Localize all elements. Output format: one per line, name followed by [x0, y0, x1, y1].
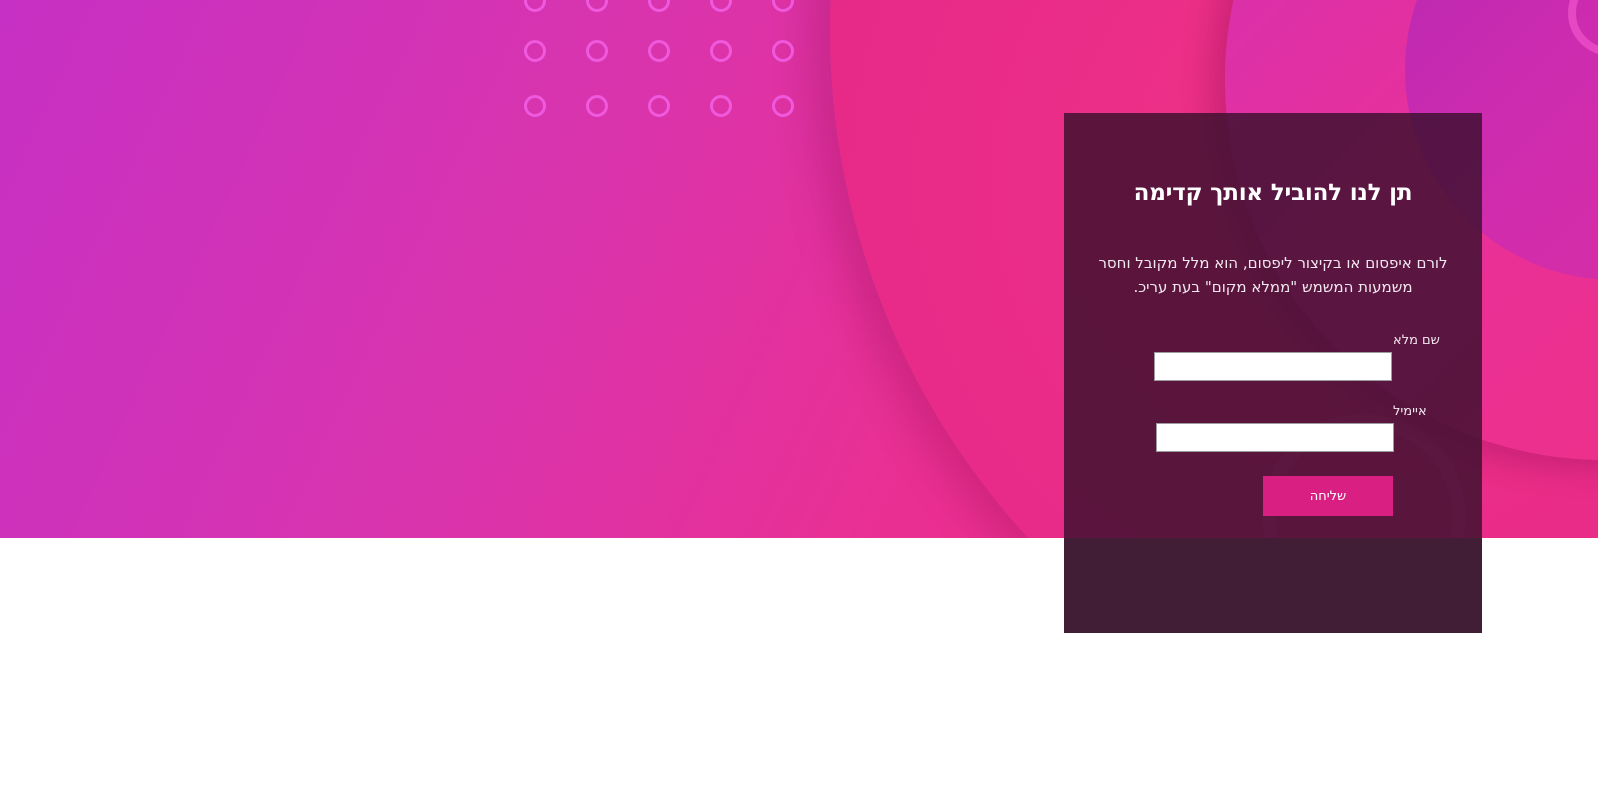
decorative-dot-ring: [586, 40, 608, 62]
decorative-dot-ring: [648, 40, 670, 62]
decorative-dot-ring: [524, 0, 546, 12]
contact-form-description: לורם איפסום או בקיצור ליפסום, הוא מלל מק…: [1098, 254, 1448, 296]
decorative-dot-ring: [710, 0, 732, 12]
decorative-dot-ring: [710, 40, 732, 62]
full-name-label: שם מלא: [1393, 333, 1440, 348]
decorative-dot-ring: [772, 40, 794, 62]
decorative-dot-ring: [772, 0, 794, 12]
decorative-dot-ring: [710, 95, 732, 117]
email-label: איימיל: [1393, 404, 1427, 419]
page: תן לנו להוביל אותך קדימה לורם איפסום או …: [0, 0, 1598, 799]
full-name-input[interactable]: [1154, 352, 1392, 381]
submit-button[interactable]: שליחה: [1263, 476, 1393, 516]
decorative-dot-ring: [772, 95, 794, 117]
decorative-dot-ring: [524, 95, 546, 117]
contact-form-panel: תן לנו להוביל אותך קדימה לורם איפסום או …: [1064, 113, 1482, 633]
decorative-dot-ring: [586, 95, 608, 117]
decorative-dot-ring: [648, 0, 670, 12]
decorative-dot-ring: [524, 40, 546, 62]
contact-form-title: תן לנו להוביל אותך קדימה: [1133, 180, 1413, 206]
email-input[interactable]: [1156, 423, 1394, 452]
decorative-dot-ring: [586, 0, 608, 12]
decorative-dot-ring: [648, 95, 670, 117]
